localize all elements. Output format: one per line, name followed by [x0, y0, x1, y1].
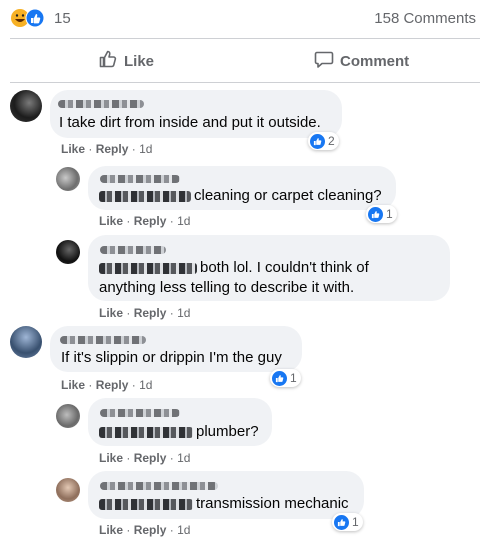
like-label: Like — [124, 52, 155, 70]
comment-reply-link[interactable]: Reply — [134, 451, 167, 465]
comment-timestamp[interactable]: 1d — [177, 451, 190, 465]
comment-bubble: cleaning or carpet cleaning? — [88, 166, 396, 210]
thumbs-up-icon — [310, 133, 325, 149]
comment-actions: Like · Reply · 1d — [99, 451, 191, 465]
comment-actions: Like · Reply · 1d — [99, 214, 191, 228]
comment-text-row: plumber? — [99, 421, 259, 442]
commenter-name[interactable] — [60, 336, 146, 344]
avatar[interactable] — [56, 404, 80, 428]
reaction-icons[interactable] — [10, 8, 50, 28]
comment-text: plumber? — [196, 423, 259, 440]
comments-count-link[interactable]: 158 Comments — [374, 10, 476, 27]
comment-actions: Like · Reply · 1d — [99, 306, 191, 320]
redacted-text — [99, 190, 191, 202]
comment-reply-link[interactable]: Reply — [134, 523, 167, 537]
comment-reactions[interactable]: 1 — [270, 369, 301, 387]
comment-like-link[interactable]: Like — [99, 451, 123, 465]
comment-reply-link[interactable]: Reply — [96, 378, 129, 392]
reaction-count: 1 — [352, 515, 359, 529]
comment-button[interactable]: Comment — [314, 50, 409, 72]
thumbs-up-icon — [368, 206, 383, 222]
comment-actions: Like · Reply · 1d — [61, 142, 153, 156]
avatar[interactable] — [10, 90, 42, 122]
comment-bubble: If it's slippin or drippin I'm the guy — [50, 326, 302, 372]
comment-like-link[interactable]: Like — [61, 378, 85, 392]
commenter-name[interactable] — [58, 100, 144, 108]
thumbs-up-icon — [272, 370, 287, 386]
comment-reply-link[interactable]: Reply — [134, 214, 167, 228]
redacted-text — [99, 262, 197, 274]
comment-label: Comment — [340, 52, 410, 70]
comment-like-link[interactable]: Like — [99, 306, 123, 320]
reaction-count[interactable]: 15 — [54, 10, 71, 27]
comment-timestamp[interactable]: 1d — [139, 142, 152, 156]
comment-text: cleaning or carpet cleaning? — [194, 187, 382, 204]
comment-timestamp[interactable]: 1d — [177, 214, 190, 228]
comment-timestamp[interactable]: 1d — [177, 306, 190, 320]
comment-bubble: transmission mechanic — [88, 471, 364, 519]
comment-reply-link[interactable]: Reply — [96, 142, 129, 156]
comment-timestamp[interactable]: 1d — [177, 523, 190, 537]
comment-reactions[interactable]: 1 — [366, 205, 397, 223]
avatar[interactable] — [56, 478, 80, 502]
reaction-count: 2 — [328, 134, 335, 148]
comment-reactions[interactable]: 1 — [332, 513, 363, 531]
comment-like-link[interactable]: Like — [61, 142, 85, 156]
commenter-name[interactable] — [100, 175, 180, 183]
comment-bubble: I take dirt from inside and put it outsi… — [50, 90, 342, 138]
comment-like-link[interactable]: Like — [99, 214, 123, 228]
redacted-text — [99, 426, 193, 438]
comment-actions: Like · Reply · 1d — [99, 523, 191, 537]
reaction-count: 1 — [290, 371, 297, 385]
thumbs-up-icon — [334, 514, 349, 530]
comment-text: I take dirt from inside and put it outsi… — [59, 114, 321, 131]
comment-like-link[interactable]: Like — [99, 523, 123, 537]
divider — [10, 38, 480, 39]
comment-reactions[interactable]: 2 — [308, 132, 339, 150]
redacted-text — [99, 498, 193, 510]
comment-text: If it's slippin or drippin I'm the guy — [61, 349, 282, 366]
comment-bubble: both lol. I couldn't think of anything l… — [88, 235, 450, 301]
commenter-name[interactable] — [100, 409, 180, 417]
avatar[interactable] — [10, 326, 42, 358]
avatar[interactable] — [56, 167, 80, 191]
divider — [10, 82, 480, 83]
thumbs-up-icon — [98, 49, 118, 73]
avatar[interactable] — [56, 240, 80, 264]
comment-text: transmission mechanic — [196, 495, 349, 512]
speech-bubble-icon — [314, 49, 334, 73]
comment-text-row: cleaning or carpet cleaning? — [99, 185, 382, 206]
like-button[interactable]: Like — [98, 50, 154, 72]
comment-timestamp[interactable]: 1d — [139, 378, 152, 392]
comment-actions: Like · Reply · 1d — [61, 378, 153, 392]
comment-text-row: transmission mechanic — [99, 493, 349, 514]
commenter-name[interactable] — [100, 482, 218, 490]
comment-bubble: plumber? — [88, 398, 272, 446]
comment-text-line2: anything less telling to describe it wit… — [99, 279, 355, 296]
commenter-name[interactable] — [100, 246, 166, 254]
comment-text: both lol. I couldn't think of — [200, 259, 369, 276]
comment-reply-link[interactable]: Reply — [134, 306, 167, 320]
comment-text-row: both lol. I couldn't think of — [99, 257, 369, 278]
reaction-count: 1 — [386, 207, 393, 221]
